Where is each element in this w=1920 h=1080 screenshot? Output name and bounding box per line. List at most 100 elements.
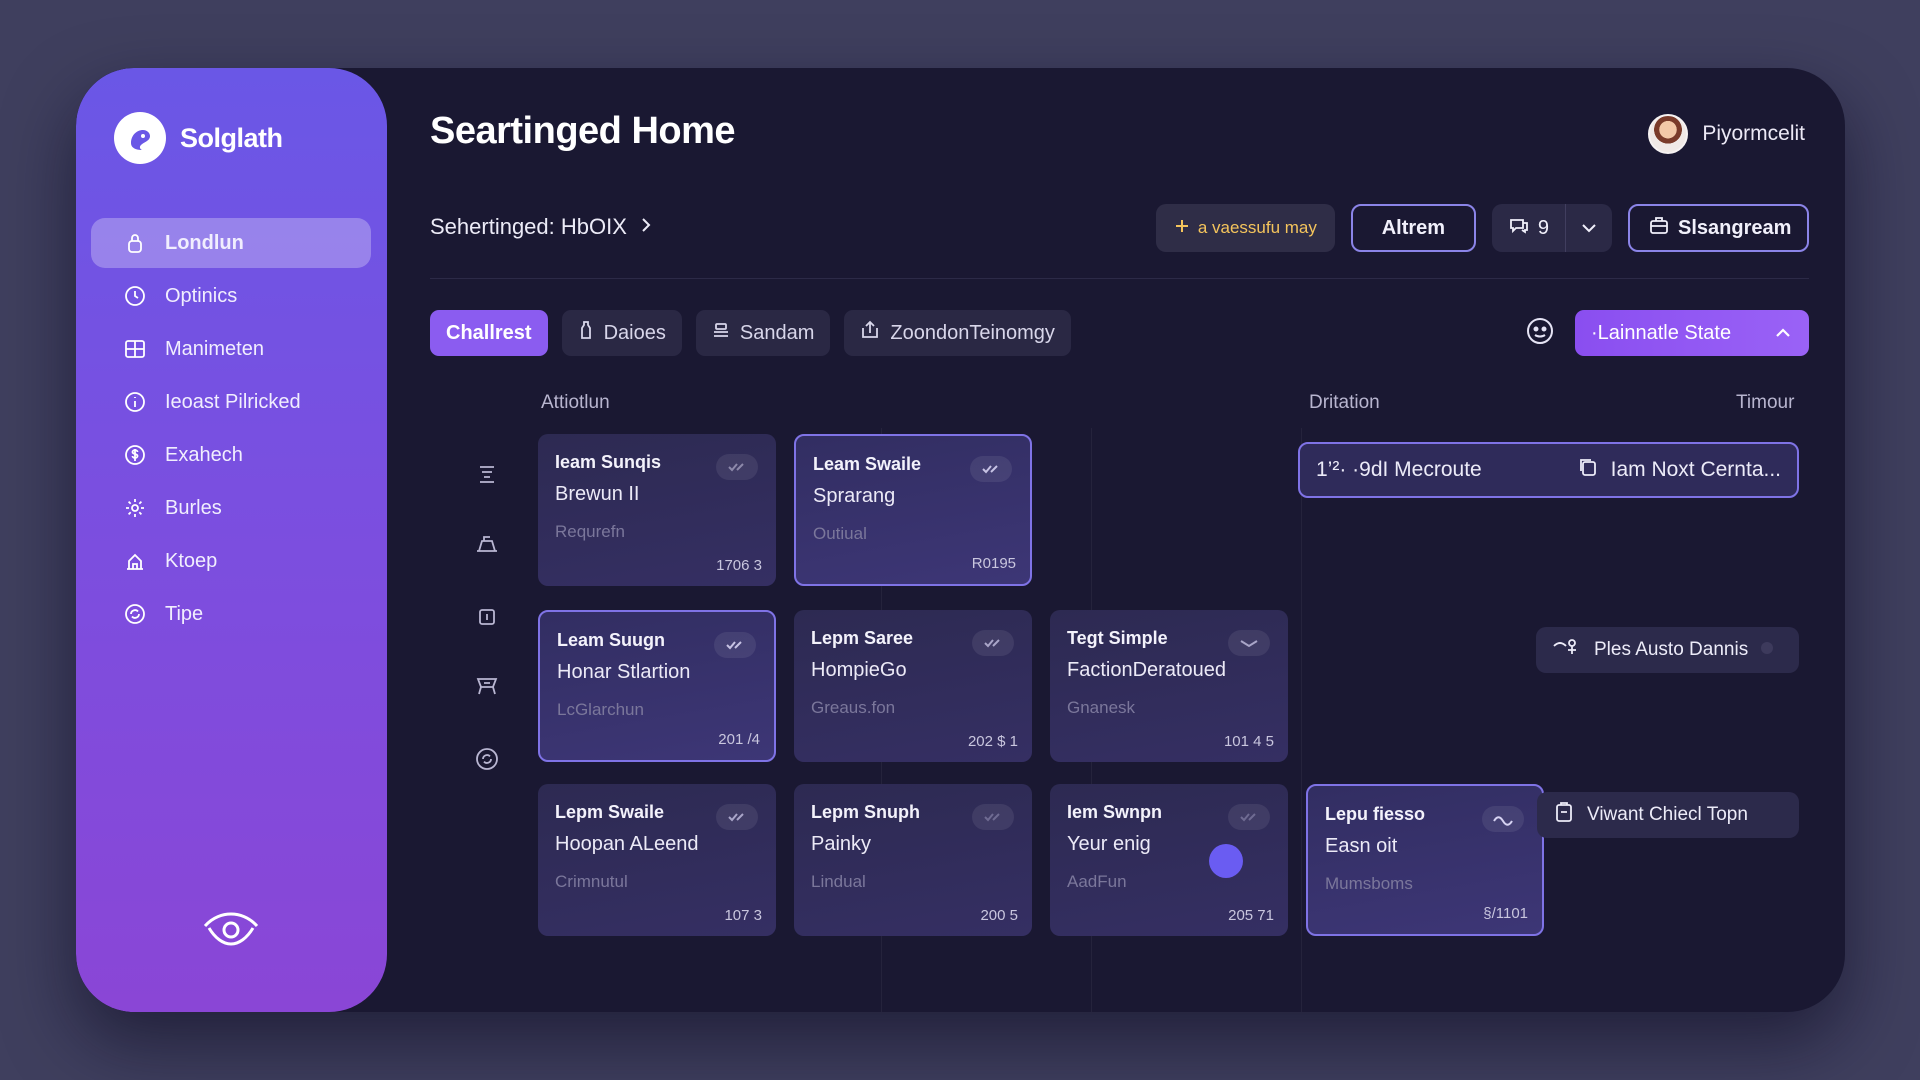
task-card[interactable]: Iem Swnpn Yeur enig AadFun 205 71	[1050, 784, 1288, 936]
check-icon[interactable]	[714, 632, 756, 658]
export-label: Slsangream	[1678, 216, 1792, 239]
route-label: 1’²· ·9dI Mecroute	[1316, 458, 1482, 481]
sidebar-item-londlun[interactable]: Londlun	[91, 218, 371, 268]
sidebar-item-label: Ieoast Pilricked	[165, 390, 301, 413]
sidebar-item-label: Optinics	[165, 284, 238, 307]
check-icon[interactable]	[1228, 630, 1270, 656]
stack-icon	[712, 321, 730, 345]
card-meta: Greaus.fon	[811, 698, 896, 717]
filter-icon[interactable]	[468, 455, 506, 493]
ship-icon[interactable]	[468, 526, 506, 564]
card-meta: Requrefn	[555, 522, 625, 541]
app-window: Solglath Londlun Optinics Manimeten Ieoa…	[76, 68, 1845, 1012]
route-pill[interactable]: 1’²· ·9dI Mecroute Iam Noxt Cernta...	[1298, 442, 1799, 498]
sidebar-item-label: Burles	[165, 496, 222, 519]
hint-label: a vaessufu may	[1197, 218, 1317, 237]
sidebar-item-ieoast-pilricked[interactable]: Ieoast Pilricked	[91, 377, 371, 427]
hint-button[interactable]: a vaessufu may	[1155, 204, 1335, 252]
tab-zoondonteinomgy[interactable]: ZoondonTeinomgy	[844, 310, 1071, 356]
view-label: Viwant Chiecl Topn	[1587, 804, 1748, 825]
task-card[interactable]: Tegt Simple FactionDeratoued Gnanesk 101…	[1050, 610, 1288, 762]
user-menu[interactable]: Piyormcelit	[1648, 114, 1805, 154]
card-meta: Lindual	[811, 872, 866, 891]
sidebar-item-tipe[interactable]: Tipe	[91, 589, 371, 639]
sidebar-item-ktoep[interactable]: Ktoep	[91, 536, 371, 586]
sidebar-item-label: Manimeten	[165, 337, 264, 360]
card-number: R0195	[971, 555, 1016, 572]
sidebar-item-optinics[interactable]: Optinics	[91, 271, 371, 321]
auto-pill[interactable]: Ples Austo Dannis	[1536, 627, 1799, 673]
drag-handle[interactable]	[1209, 844, 1243, 878]
card-subtitle: Sprarang	[813, 485, 896, 507]
altrem-label: Altrem	[1381, 216, 1446, 239]
task-card[interactable]: Lepm Saree HompieGo Greaus.fon 202 $ 1	[794, 610, 1032, 762]
count-value: 9	[1537, 216, 1549, 239]
task-card[interactable]: Lepm Snuph Painky Lindual 200 5	[794, 784, 1032, 936]
card-subtitle: Painky	[811, 833, 872, 855]
card-number: 202 $ 1	[967, 733, 1018, 750]
route-next[interactable]: Iam Noxt Cernta...	[1577, 456, 1781, 484]
message-icon	[1508, 216, 1530, 240]
eye-icon[interactable]	[201, 908, 261, 957]
tab-sandam[interactable]: Sandam	[695, 310, 831, 356]
altrem-button[interactable]: Altrem	[1350, 204, 1476, 252]
state-label: ·Lainnatle State	[1591, 321, 1732, 344]
sidebar: Solglath Londlun Optinics Manimeten Ieoa…	[76, 68, 387, 1012]
lock-icon	[121, 229, 149, 257]
briefcase-icon	[1648, 214, 1670, 242]
check-icon[interactable]	[972, 630, 1014, 656]
sidebar-item-exahech[interactable]: Exahech	[91, 430, 371, 480]
brand-name: Solglath	[180, 122, 283, 153]
dollar-icon	[121, 441, 149, 469]
emoji-icon[interactable]	[1525, 316, 1555, 351]
logo-icon	[114, 112, 166, 164]
view-pill[interactable]: Viwant Chiecl Topn	[1537, 792, 1799, 838]
state-dropdown[interactable]: ·Lainnatle State	[1575, 310, 1809, 356]
breadcrumb[interactable]: Sehertinged: HbOIX	[430, 214, 653, 240]
card-meta: Mumsboms	[1325, 874, 1413, 893]
brand[interactable]: Solglath	[114, 112, 283, 164]
copy-icon	[1577, 456, 1599, 484]
card-number: 1706 3	[716, 557, 762, 574]
card-meta: LcGlarchun	[557, 700, 644, 719]
header-divider	[430, 278, 1809, 279]
tab-label: Daioes	[603, 321, 666, 344]
count-part[interactable]: 9	[1492, 204, 1565, 252]
tab-daioes[interactable]: Daioes	[561, 310, 682, 356]
plus-icon	[1174, 218, 1190, 239]
check-icon[interactable]	[1228, 804, 1270, 830]
home-icon	[121, 547, 149, 575]
sidebar-item-burles[interactable]: Burles	[91, 483, 371, 533]
card-meta: Outiual	[813, 524, 867, 543]
card-subtitle: HompieGo	[811, 659, 907, 681]
info-icon	[121, 388, 149, 416]
wave-icon[interactable]	[1482, 806, 1524, 832]
check-icon[interactable]	[972, 804, 1014, 830]
count-dropdown[interactable]: 9	[1491, 204, 1612, 252]
tab-challrest[interactable]: Challrest	[430, 310, 548, 356]
breadcrumb-label: Sehertinged: HbOIX	[430, 214, 627, 239]
column-header-right: Timour	[1736, 392, 1795, 413]
task-card[interactable]: Ieam Sunqis Brewun II Requrefn 1706 3	[538, 434, 776, 586]
chevron-down-icon[interactable]	[1565, 204, 1612, 252]
cycle-icon[interactable]	[468, 740, 506, 778]
gear-icon	[121, 494, 149, 522]
task-card[interactable]: Lepu fiesso Easn oit Mumsboms §/1101	[1306, 784, 1544, 936]
check-icon[interactable]	[970, 456, 1012, 482]
card-subtitle: Hoopan ALeend	[555, 833, 699, 855]
chair-icon[interactable]	[468, 666, 506, 704]
card-meta: AadFun	[1067, 872, 1127, 891]
task-card[interactable]: Leam Suugn Honar Stlartion LcGlarchun 20…	[538, 610, 776, 762]
sidebar-item-manimeten[interactable]: Manimeten	[91, 324, 371, 374]
auto-label: Ples Austo Dannis	[1594, 639, 1749, 660]
card-number: 107 3	[724, 907, 762, 924]
square-icon[interactable]	[468, 598, 506, 636]
tab-label: ZoondonTeinomgy	[890, 321, 1055, 344]
check-icon[interactable]	[716, 454, 758, 480]
tab-bar: Challrest Daioes Sandam ZoondonTeinomgy	[430, 310, 1071, 356]
export-button[interactable]: Slsangream	[1628, 204, 1809, 252]
task-card[interactable]: Lepm Swaile Hoopan ALeend Crimnutul 107 …	[538, 784, 776, 936]
task-card[interactable]: Leam Swaile Sprarang Outiual R0195	[794, 434, 1032, 586]
sidebar-item-label: Londlun	[165, 231, 244, 254]
check-icon[interactable]	[716, 804, 758, 830]
